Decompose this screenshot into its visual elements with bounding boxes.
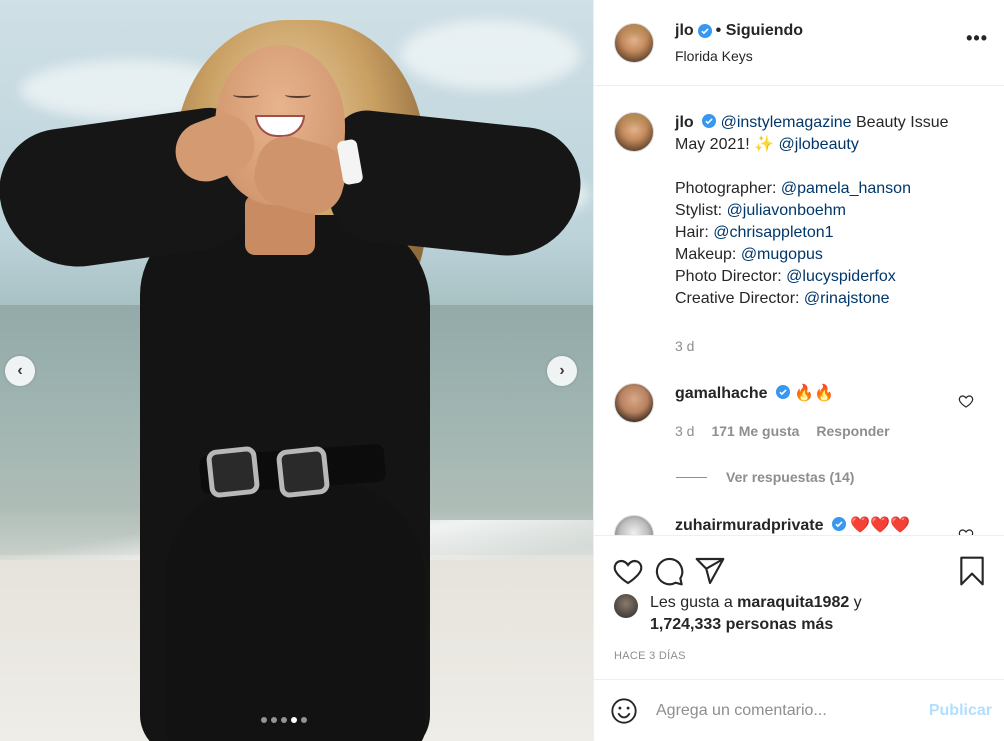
comment-text: 🔥🔥 (794, 385, 835, 402)
comment-text: ❤️❤️❤️ (850, 517, 911, 534)
caption: jlo @instylemagazine Beauty Issue May 20… (614, 86, 988, 357)
caption-time[interactable]: 3 d (675, 335, 985, 357)
carousel-dot (261, 717, 267, 723)
likes-count[interactable]: 1,724,333 personas más (650, 616, 833, 633)
carousel-prev-button[interactable]: ‹ (5, 356, 35, 386)
bookmark-icon[interactable] (956, 555, 988, 587)
commenter-avatar[interactable] (614, 515, 654, 535)
liker-avatar[interactable] (614, 594, 638, 618)
chevron-right-icon: › (559, 362, 565, 379)
more-icon[interactable]: ••• (966, 28, 988, 57)
credit-line: Photographer: @pamela_hanson (675, 180, 911, 197)
mention-link[interactable]: @instylemagazine (721, 114, 852, 131)
mention-link[interactable]: @rinajstone (804, 290, 890, 307)
carousel-next-button[interactable]: › (547, 356, 577, 386)
comments-area[interactable]: jlo @instylemagazine Beauty Issue May 20… (594, 86, 1004, 535)
verified-icon (697, 23, 712, 38)
post-photo[interactable]: ‹ › (0, 0, 593, 741)
carousel-dot (301, 717, 307, 723)
verified-icon (702, 114, 717, 128)
mention-link[interactable]: @jlobeauty (779, 136, 859, 153)
reply-button[interactable]: Responder (816, 423, 889, 439)
post-details: jlo • Siguiendo Florida Keys ••• jlo @in… (593, 0, 1004, 741)
heart-icon[interactable] (958, 527, 974, 535)
comment-icon[interactable] (653, 555, 685, 587)
commenter-username[interactable]: gamalhache (675, 385, 767, 402)
view-replies-button[interactable]: Ver respuestas (14) (676, 469, 988, 485)
mention-link[interactable]: @chrisappleton1 (713, 224, 833, 241)
caption-username[interactable]: jlo (675, 114, 694, 131)
emoji-icon[interactable] (610, 697, 638, 725)
author-avatar[interactable] (614, 22, 654, 63)
caption-text: Beauty Issue (851, 114, 949, 131)
comment: gamalhache 🔥🔥 3 d 171 Me gusta Responder (614, 383, 988, 439)
comment: zuhairmuradprivate ❤️❤️❤️ (614, 515, 988, 535)
commenter-username[interactable]: zuhairmuradprivate (675, 517, 823, 534)
credit-line: Stylist: @juliavonboehm (675, 202, 846, 219)
mention-link[interactable]: @juliavonboehm (727, 202, 846, 219)
action-bar (594, 536, 1004, 592)
instagram-post: ‹ › jlo • Siguiendo Florida Keys ••• jlo… (0, 0, 1004, 741)
carousel-dot (281, 717, 287, 723)
comment-likes[interactable]: 171 Me gusta (711, 423, 799, 439)
likes-summary: Les gusta a maraquita1982 y 1,724,333 pe… (594, 592, 1004, 636)
comment-input[interactable] (656, 701, 929, 720)
verified-icon (831, 517, 846, 531)
heart-icon[interactable] (958, 393, 974, 409)
model-figure (0, 0, 593, 741)
post-footer: Les gusta a maraquita1982 y 1,724,333 pe… (594, 535, 1004, 741)
verified-icon (775, 385, 790, 399)
credit-line: Creative Director: @rinajstone (675, 290, 890, 307)
credit-line: Hair: @chrisappleton1 (675, 224, 834, 241)
heart-icon[interactable] (612, 555, 644, 587)
following-label[interactable]: • Siguiendo (716, 22, 803, 40)
post-timestamp: HACE 3 DÍAS (614, 650, 686, 662)
liker-username[interactable]: maraquita1982 (737, 594, 849, 611)
mention-link[interactable]: @pamela_hanson (781, 180, 911, 197)
mention-link[interactable]: @lucyspiderfox (786, 268, 896, 285)
caption-text: May 2021! ✨ (675, 136, 779, 153)
comment-time[interactable]: 3 d (675, 423, 694, 439)
commenter-avatar[interactable] (614, 383, 654, 423)
credit-line: Makeup: @mugopus (675, 246, 823, 263)
mention-link[interactable]: @mugopus (741, 246, 823, 263)
publish-button[interactable]: Publicar (929, 702, 992, 720)
author-username[interactable]: jlo (675, 22, 694, 40)
caption-avatar[interactable] (614, 112, 654, 152)
share-icon[interactable] (694, 555, 726, 587)
carousel-dot-active (291, 717, 297, 723)
post-location[interactable]: Florida Keys (675, 48, 966, 64)
post-header: jlo • Siguiendo Florida Keys ••• (594, 0, 1004, 86)
carousel-indicator (261, 717, 307, 723)
add-comment-bar: Publicar (594, 679, 1004, 741)
credit-line: Photo Director: @lucyspiderfox (675, 268, 896, 285)
chevron-left-icon: ‹ (17, 362, 23, 379)
carousel-dot (271, 717, 277, 723)
